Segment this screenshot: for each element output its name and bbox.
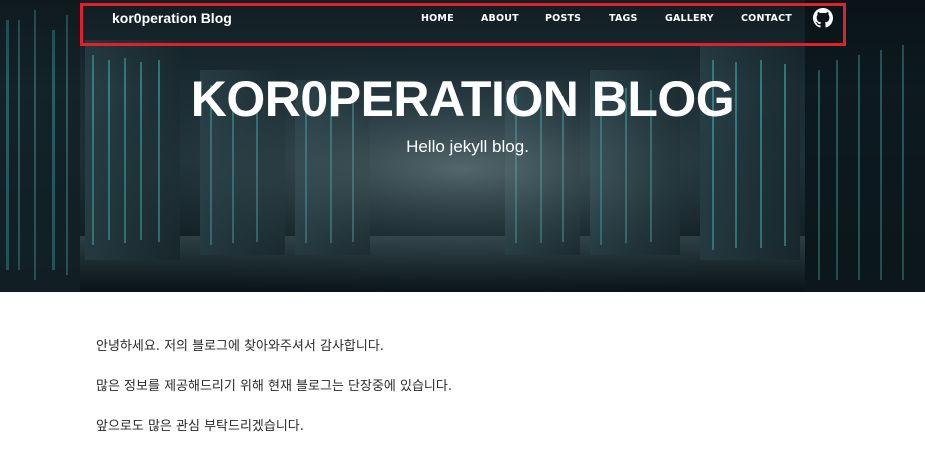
nav-about-link[interactable]: ABOUT <box>481 13 519 24</box>
main-navigation: HOME ABOUT POSTS TAGS GALLERY CONTACT <box>0 0 925 40</box>
nav-gallery-link[interactable]: GALLERY <box>665 13 714 24</box>
nav-posts-link[interactable]: POSTS <box>545 13 581 24</box>
site-header: kor0peration Blog HOME ABOUT POSTS TAGS … <box>0 0 925 292</box>
intro-paragraph: 안녕하세요. 저의 블로그에 찾아와주셔서 감사합니다. <box>96 339 384 354</box>
closing-paragraph: 앞으로도 많은 관심 부탁드리겠습니다. <box>96 419 304 434</box>
site-title: KOR0PERATION BLOG <box>190 71 735 127</box>
maintenance-paragraph: 많은 정보를 제공해드리기 위해 현재 블로그는 단장중에 있습니다. <box>96 379 452 394</box>
nav-home-link[interactable]: HOME <box>421 13 454 24</box>
github-link[interactable] <box>813 8 833 28</box>
site-subtitle: Hello jekyll blog. <box>406 137 529 156</box>
nav-contact-link[interactable]: CONTACT <box>741 13 792 24</box>
github-icon <box>813 8 833 28</box>
nav-tags-link[interactable]: TAGS <box>609 13 638 24</box>
